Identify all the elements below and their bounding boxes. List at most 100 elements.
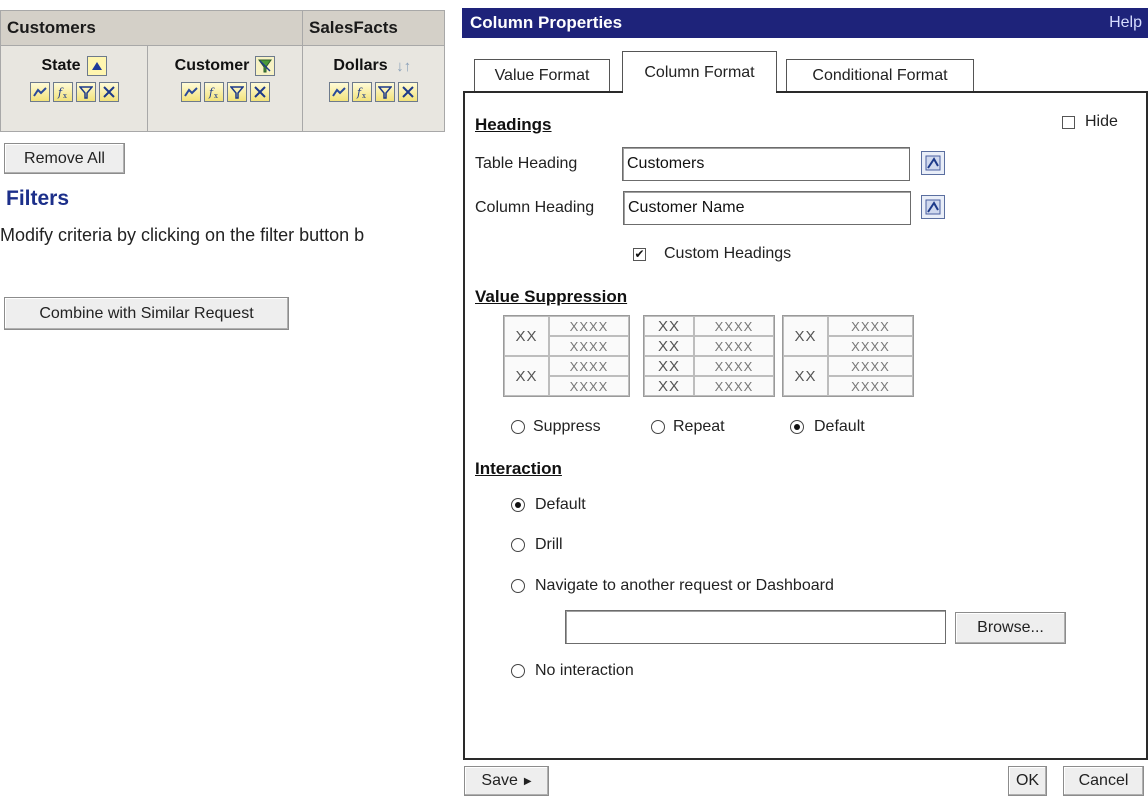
tab-label: Value Format [494, 66, 590, 84]
cancel-button[interactable]: Cancel [1063, 766, 1144, 796]
svg-text:x: x [362, 92, 366, 99]
tab-label: Conditional Format [812, 66, 948, 84]
customer-column-icon[interactable] [255, 56, 276, 76]
hide-option[interactable]: Hide [1062, 113, 1118, 131]
column-heading-input[interactable] [623, 191, 911, 225]
column-heading-label: Column Heading [475, 199, 595, 216]
sample-cell: XX [644, 316, 694, 336]
arrow-right-icon: ▶ [523, 775, 532, 787]
tab-value-format[interactable]: Value Format [474, 59, 610, 92]
group-label: SalesFacts [309, 18, 398, 37]
headings-section-title: Headings [475, 115, 552, 134]
custom-headings-label: Custom Headings [664, 245, 792, 262]
sample-cell: XX [644, 336, 694, 356]
interaction-section-title: Interaction [475, 459, 562, 478]
interaction-navigate-option[interactable]: Navigate to another request or Dashboard [511, 577, 834, 595]
default-suppression-radio[interactable] [790, 420, 804, 434]
suppress-radio[interactable] [511, 420, 525, 434]
criteria-column-state: State fx [0, 45, 148, 132]
interaction-drill-option[interactable]: Drill [511, 536, 563, 554]
sample-cell: XX [504, 356, 549, 396]
sample-cell: XX [783, 316, 828, 356]
default-suppression-label: Default [814, 418, 865, 435]
repeat-radio[interactable] [651, 420, 665, 434]
column-name: State [41, 57, 81, 74]
custom-headings-option[interactable]: ✔ Custom Headings [633, 245, 791, 263]
interaction-default-option[interactable]: Default [511, 496, 586, 514]
sample-cell: XXXX [694, 356, 774, 376]
edit-format-icon[interactable] [921, 151, 945, 175]
delete-icon[interactable] [398, 82, 418, 102]
delete-icon[interactable] [98, 82, 119, 102]
table-heading-label: Table Heading [475, 155, 578, 172]
interaction-default-label: Default [535, 496, 586, 513]
sample-cell: XXXX [549, 336, 629, 356]
sample-cell: XXXX [694, 336, 774, 356]
browse-button[interactable]: Browse... [955, 612, 1066, 644]
suppress-radio-option[interactable]: Suppress [511, 418, 601, 436]
format-icon[interactable] [29, 82, 50, 102]
ok-button[interactable]: OK [1008, 766, 1047, 796]
group-header-customers: Customers [0, 10, 303, 46]
column-name: Dollars [333, 57, 388, 74]
repeat-label: Repeat [673, 418, 725, 435]
formula-icon[interactable]: fx [52, 82, 73, 102]
svg-text:x: x [63, 92, 67, 99]
filter-icon[interactable] [75, 82, 96, 102]
remove-all-button[interactable]: Remove All [4, 143, 125, 174]
interaction-default-radio[interactable] [511, 498, 525, 512]
sample-cell: XXXX [694, 376, 774, 396]
interaction-none-radio[interactable] [511, 664, 525, 678]
column-name: Customer [174, 57, 250, 74]
sample-cell: XX [644, 376, 694, 396]
sort-icon[interactable]: ↓↑ [394, 56, 414, 76]
interaction-none-option[interactable]: No interaction [511, 662, 634, 680]
combine-similar-request-button[interactable]: Combine with Similar Request [4, 297, 289, 330]
default-suppression-radio-option[interactable]: Default [790, 418, 865, 436]
edit-format-icon[interactable] [921, 195, 945, 219]
filters-title: Filters [6, 187, 70, 210]
sample-cell: XXXX [828, 356, 913, 376]
criteria-column-dollars: Dollars ↓↑ fx [302, 45, 445, 132]
svg-text:x: x [214, 92, 218, 99]
table-heading-input[interactable] [622, 147, 910, 181]
sample-cell: XX [504, 316, 549, 356]
sort-ascending-icon[interactable] [86, 56, 107, 76]
repeat-radio-option[interactable]: Repeat [651, 418, 725, 436]
navigate-target-input[interactable] [565, 610, 946, 644]
tab-column-format[interactable]: Column Format [622, 51, 777, 93]
save-label: Save [481, 772, 518, 789]
interaction-drill-radio[interactable] [511, 538, 525, 552]
format-icon[interactable] [180, 82, 201, 102]
delete-icon[interactable] [249, 82, 270, 102]
suppress-label: Suppress [533, 418, 601, 435]
criteria-column-customer: Customer fx [147, 45, 303, 132]
default-illustration: XX XXXX XXXX XX XXXX XXXX [782, 315, 914, 397]
hide-checkbox[interactable] [1062, 115, 1075, 129]
interaction-none-label: No interaction [535, 662, 634, 679]
save-button[interactable]: Save ▶ [464, 766, 549, 796]
value-suppression-section-title: Value Suppression [475, 287, 628, 306]
filter-icon[interactable] [226, 82, 247, 102]
dialog-title: Column Properties [470, 13, 623, 32]
interaction-navigate-label: Navigate to another request or Dashboard [535, 577, 834, 594]
format-icon[interactable] [329, 82, 349, 102]
hide-label: Hide [1085, 113, 1118, 130]
dialog-title-bar: Column Properties Help [462, 8, 1148, 38]
sample-cell: XXXX [828, 316, 913, 336]
suppress-illustration: XX XXXX XXXX XX XXXX XXXX [503, 315, 630, 397]
group-header-salesfacts: SalesFacts [302, 10, 445, 46]
sample-cell: XXXX [549, 356, 629, 376]
tab-conditional-format[interactable]: Conditional Format [786, 59, 974, 92]
interaction-navigate-radio[interactable] [511, 579, 525, 593]
sample-cell: XXXX [828, 336, 913, 356]
help-link[interactable]: Help [1109, 8, 1142, 38]
filter-icon[interactable] [375, 82, 395, 102]
group-label: Customers [7, 18, 96, 37]
sample-cell: XX [644, 356, 694, 376]
formula-icon[interactable]: fx [352, 82, 372, 102]
repeat-illustration: XX XXXX XX XXXX XX XXXX XX XXXX [643, 315, 775, 397]
custom-headings-checkbox[interactable]: ✔ [633, 247, 646, 261]
filters-description: Modify criteria by clicking on the filte… [0, 225, 365, 245]
formula-icon[interactable]: fx [203, 82, 224, 102]
